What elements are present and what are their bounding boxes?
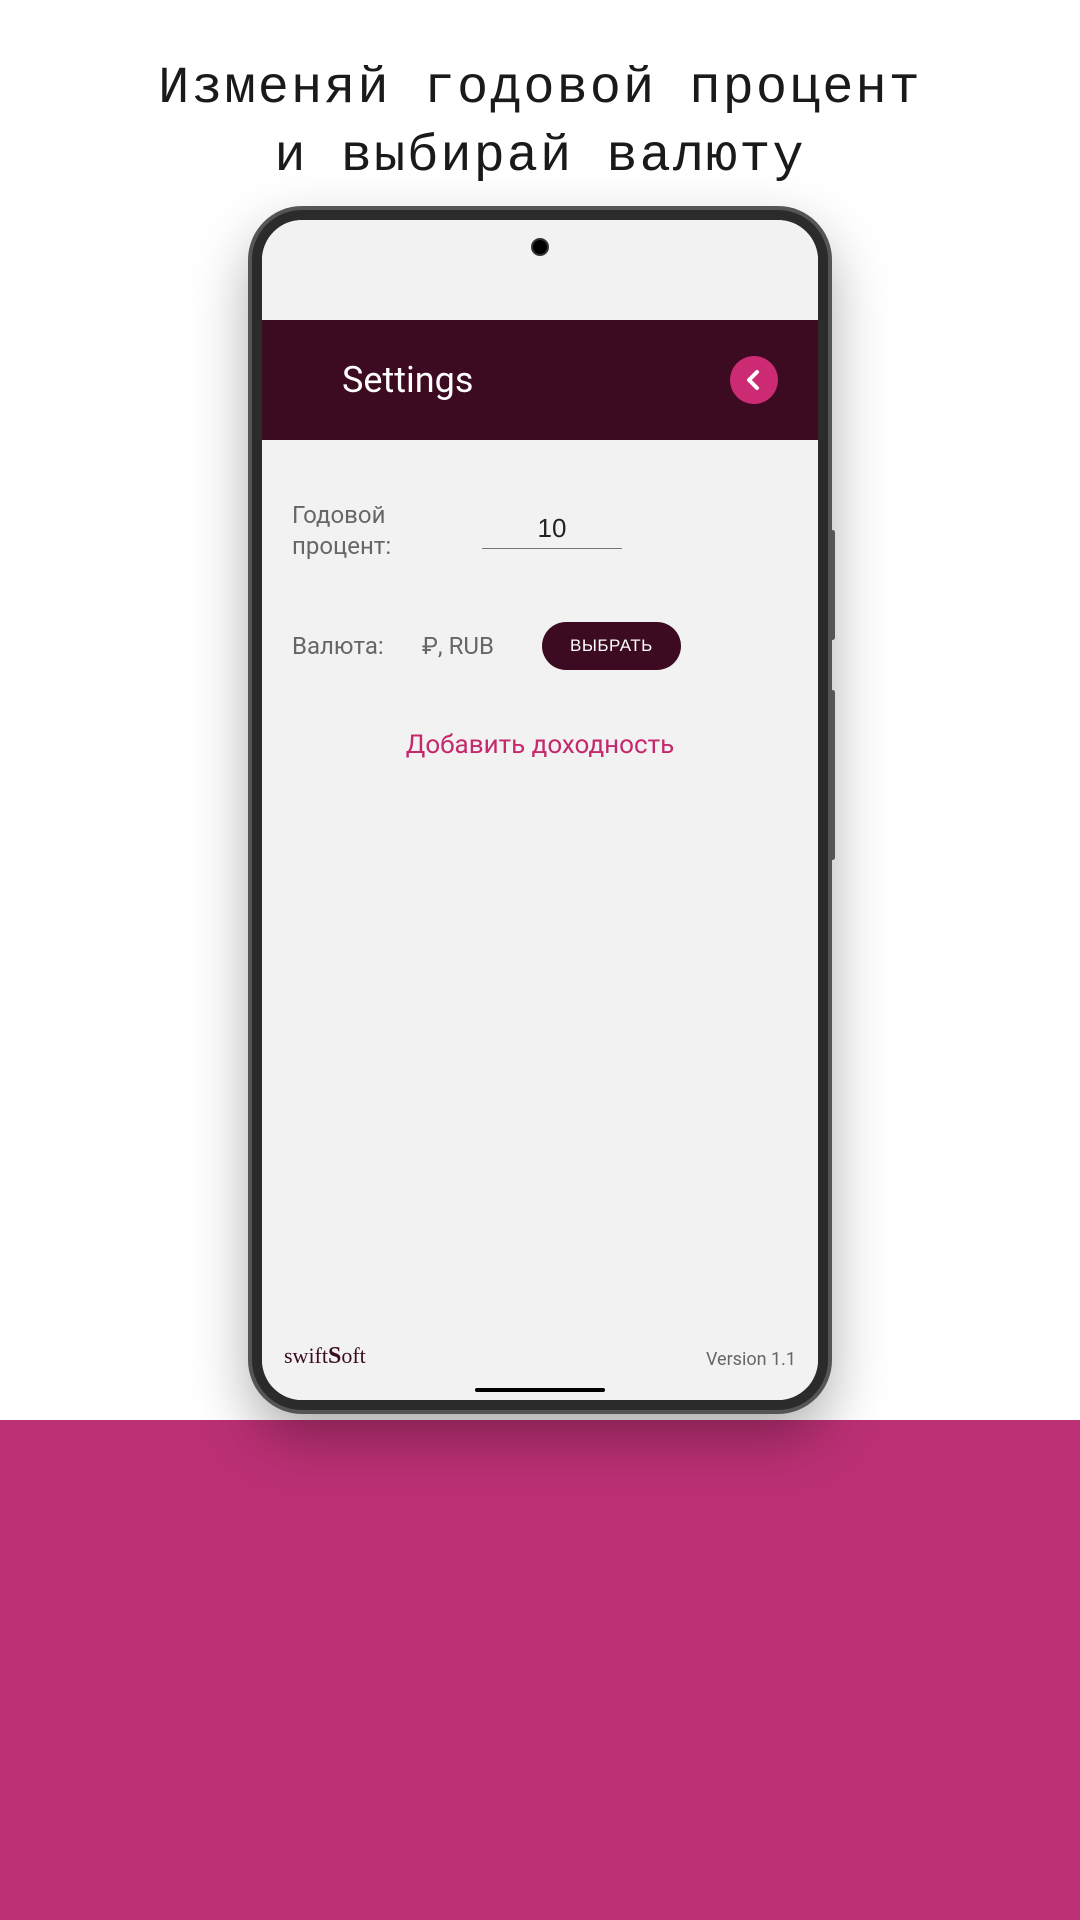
settings-content: Годовой процент: Валюта: ₽, RUB ВЫБРАТЬ … (262, 440, 818, 1400)
promo-headline: Изменяй годовой процент и выбирай валюту (0, 55, 1080, 190)
promo-background-band (0, 1420, 1080, 1920)
phone-screen: Settings Годовой процент: (262, 220, 818, 1400)
phone-side-button (830, 530, 835, 640)
chevron-left-icon (742, 368, 766, 392)
currency-value: ₽, RUB (422, 632, 532, 660)
percent-input-wrapper (482, 513, 622, 549)
status-bar-space (262, 220, 818, 320)
annual-percent-row: Годовой процент: (292, 500, 788, 562)
annual-percent-label: Годовой процент: (292, 500, 462, 562)
choose-currency-button[interactable]: ВЫБРАТЬ (542, 622, 681, 670)
brand-logo: swiftSoft (284, 1343, 366, 1370)
version-label: Version 1.1 (706, 1349, 796, 1370)
brand-prefix: swift (284, 1343, 328, 1368)
add-yield-link[interactable]: Добавить доходность (292, 730, 788, 760)
brand-suffix: oft (341, 1343, 365, 1368)
camera-notch (531, 238, 549, 256)
back-button[interactable] (730, 356, 778, 404)
page-title: Settings (342, 359, 473, 401)
brand-accent: S (328, 1343, 341, 1369)
annual-percent-input[interactable] (482, 513, 622, 544)
app-footer: swiftSoft Version 1.1 (262, 1343, 818, 1370)
phone-mockup: Settings Годовой процент: (252, 210, 828, 1410)
currency-row: Валюта: ₽, RUB ВЫБРАТЬ (292, 622, 788, 670)
app-header: Settings (262, 320, 818, 440)
currency-label: Валюта: (292, 631, 412, 662)
phone-side-button (830, 690, 835, 860)
home-indicator[interactable] (475, 1388, 605, 1392)
